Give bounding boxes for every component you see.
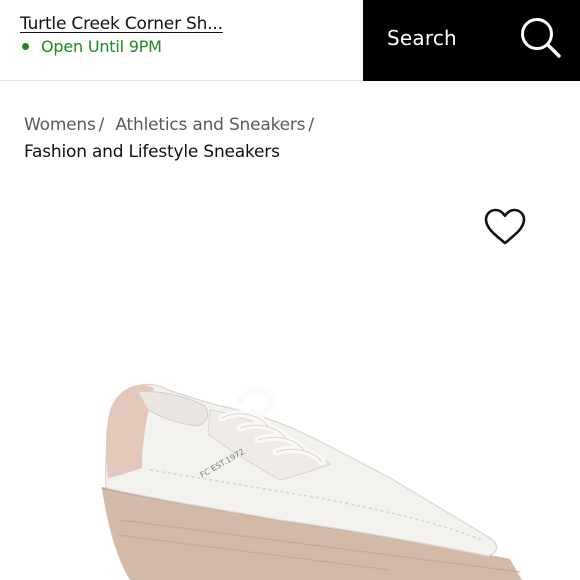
breadcrumb-current: Fashion and Lifestyle Sneakers <box>24 142 280 162</box>
breadcrumb-separator: / <box>98 115 105 135</box>
search-icon <box>521 18 561 58</box>
product-image[interactable]: FC EST.1972 <box>90 370 550 580</box>
open-status-dot-icon <box>22 43 29 50</box>
breadcrumb-link-womens[interactable]: Womens <box>24 115 96 135</box>
search-button[interactable]: Search <box>363 0 580 81</box>
store-hours-text: Open Until 9PM <box>41 37 162 56</box>
store-name-link[interactable]: Turtle Creek Corner Sh... <box>20 14 350 34</box>
search-label: Search <box>387 26 457 50</box>
breadcrumb-separator: / <box>308 115 314 135</box>
header-bar: Turtle Creek Corner Sh... Open Until 9PM… <box>0 0 580 81</box>
store-status: Open Until 9PM <box>20 37 350 56</box>
heart-outline-icon[interactable] <box>483 207 527 247</box>
breadcrumb: Womens / Athletics and Sneakers / Fashion … <box>24 112 554 166</box>
product-page: Turtle Creek Corner Sh... Open Until 9PM… <box>0 0 580 580</box>
breadcrumb-link-athletics[interactable]: Athletics and Sneakers <box>115 115 305 135</box>
store-selector[interactable]: Turtle Creek Corner Sh... Open Until 9PM <box>20 14 350 56</box>
